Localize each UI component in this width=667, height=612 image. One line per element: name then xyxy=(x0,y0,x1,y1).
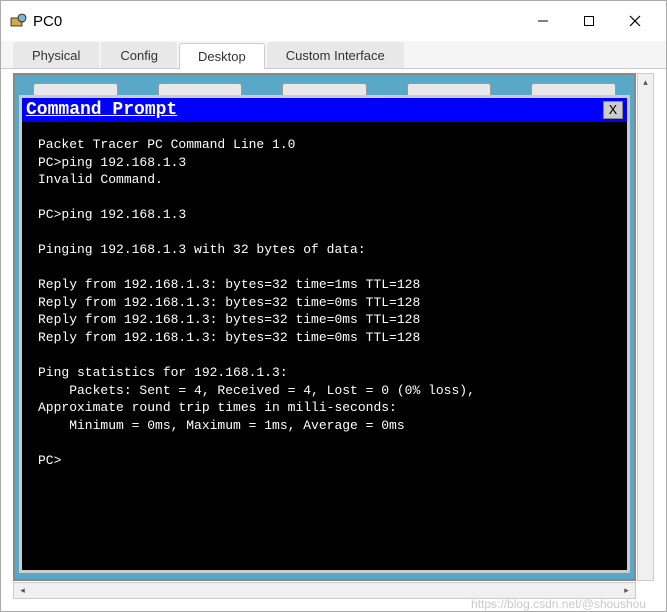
command-prompt-titlebar[interactable]: Command Prompt X xyxy=(22,98,627,122)
command-prompt-window: Command Prompt X Packet Tracer PC Comman… xyxy=(19,95,630,573)
tab-bar: Physical Config Desktop Custom Interface xyxy=(1,41,666,69)
scroll-right-arrow-icon[interactable]: ▸ xyxy=(618,583,635,598)
desktop-background: Command Prompt X Packet Tracer PC Comman… xyxy=(13,73,636,581)
tab-custom-interface[interactable]: Custom Interface xyxy=(267,42,404,68)
command-prompt-output[interactable]: Packet Tracer PC Command Line 1.0 PC>pin… xyxy=(22,122,627,570)
command-prompt-close-button[interactable]: X xyxy=(603,101,623,119)
tab-desktop[interactable]: Desktop xyxy=(179,43,265,69)
tab-config[interactable]: Config xyxy=(101,42,177,68)
window-controls xyxy=(520,5,658,37)
vertical-scrollbar[interactable]: ▴ xyxy=(637,73,654,581)
tab-physical[interactable]: Physical xyxy=(13,42,99,68)
close-button[interactable] xyxy=(612,5,658,37)
scroll-up-arrow-icon[interactable]: ▴ xyxy=(638,74,653,91)
command-prompt-title: Command Prompt xyxy=(26,100,603,120)
maximize-button[interactable] xyxy=(566,5,612,37)
scrollbar-track[interactable] xyxy=(31,583,618,598)
watermark-text: https://blog.csdn.net/@shoushou xyxy=(471,597,646,611)
app-icon xyxy=(9,12,27,30)
app-window: PC0 Physical Config Desktop Custom Inter… xyxy=(0,0,667,612)
window-title: PC0 xyxy=(33,13,520,30)
titlebar: PC0 xyxy=(1,1,666,41)
scroll-left-arrow-icon[interactable]: ◂ xyxy=(14,583,31,598)
minimize-button[interactable] xyxy=(520,5,566,37)
content-area: Command Prompt X Packet Tracer PC Comman… xyxy=(1,69,666,611)
